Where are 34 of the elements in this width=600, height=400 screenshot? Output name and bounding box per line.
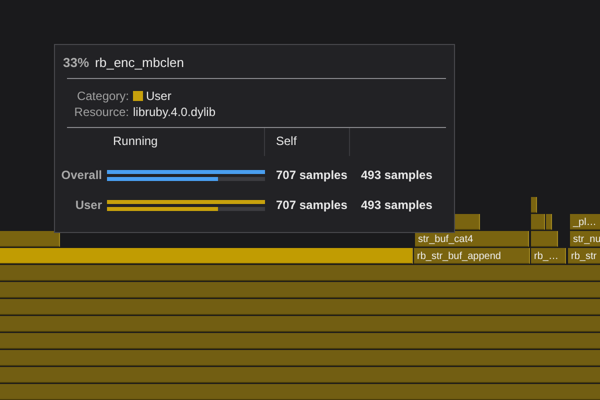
sample-count: 493 samples [360, 167, 434, 184]
row-label: Overall [60, 167, 102, 184]
flame-frame[interactable] [531, 197, 537, 213]
flame-frame[interactable] [0, 350, 600, 366]
detail-label: Resource: [73, 105, 130, 119]
sample-count: 493 samples [360, 197, 434, 214]
column-header: Self [270, 128, 350, 156]
column-header: Running [107, 128, 265, 156]
flame-frame[interactable] [0, 282, 600, 298]
flame-frame[interactable] [0, 248, 413, 264]
flame-frame[interactable] [531, 231, 558, 247]
detail-label: Category: [76, 89, 130, 103]
flame-frame[interactable] [0, 333, 600, 349]
flame-frame[interactable]: rb_str [568, 248, 600, 264]
flame-frame[interactable] [0, 299, 600, 315]
flame-frame[interactable]: rb_… [531, 248, 566, 264]
row-label: User [74, 197, 102, 214]
percent-label: 33% [63, 55, 90, 70]
flame-frame[interactable] [0, 231, 60, 247]
flame-frame[interactable]: rb_str_buf_append [414, 248, 530, 264]
flame-frame[interactable]: str_buf_cat4 [415, 231, 529, 247]
flame-frame[interactable] [531, 214, 545, 230]
function-name: rb_enc_mbclen [95, 55, 184, 70]
sample-count: 707 samples [275, 197, 348, 214]
flame-frame[interactable] [0, 316, 600, 332]
detail-value: libruby.4.0.dylib [133, 105, 216, 119]
flame-frame[interactable] [0, 384, 600, 400]
flame-frame[interactable] [0, 265, 600, 281]
flame-frame[interactable]: _pl… [570, 214, 600, 230]
flame-frame[interactable] [546, 214, 552, 230]
sample-count: 707 samples [275, 167, 348, 184]
detail-value: User [146, 89, 172, 103]
flame-frame[interactable]: str_nu [570, 231, 600, 247]
flame-frame[interactable] [0, 367, 600, 383]
